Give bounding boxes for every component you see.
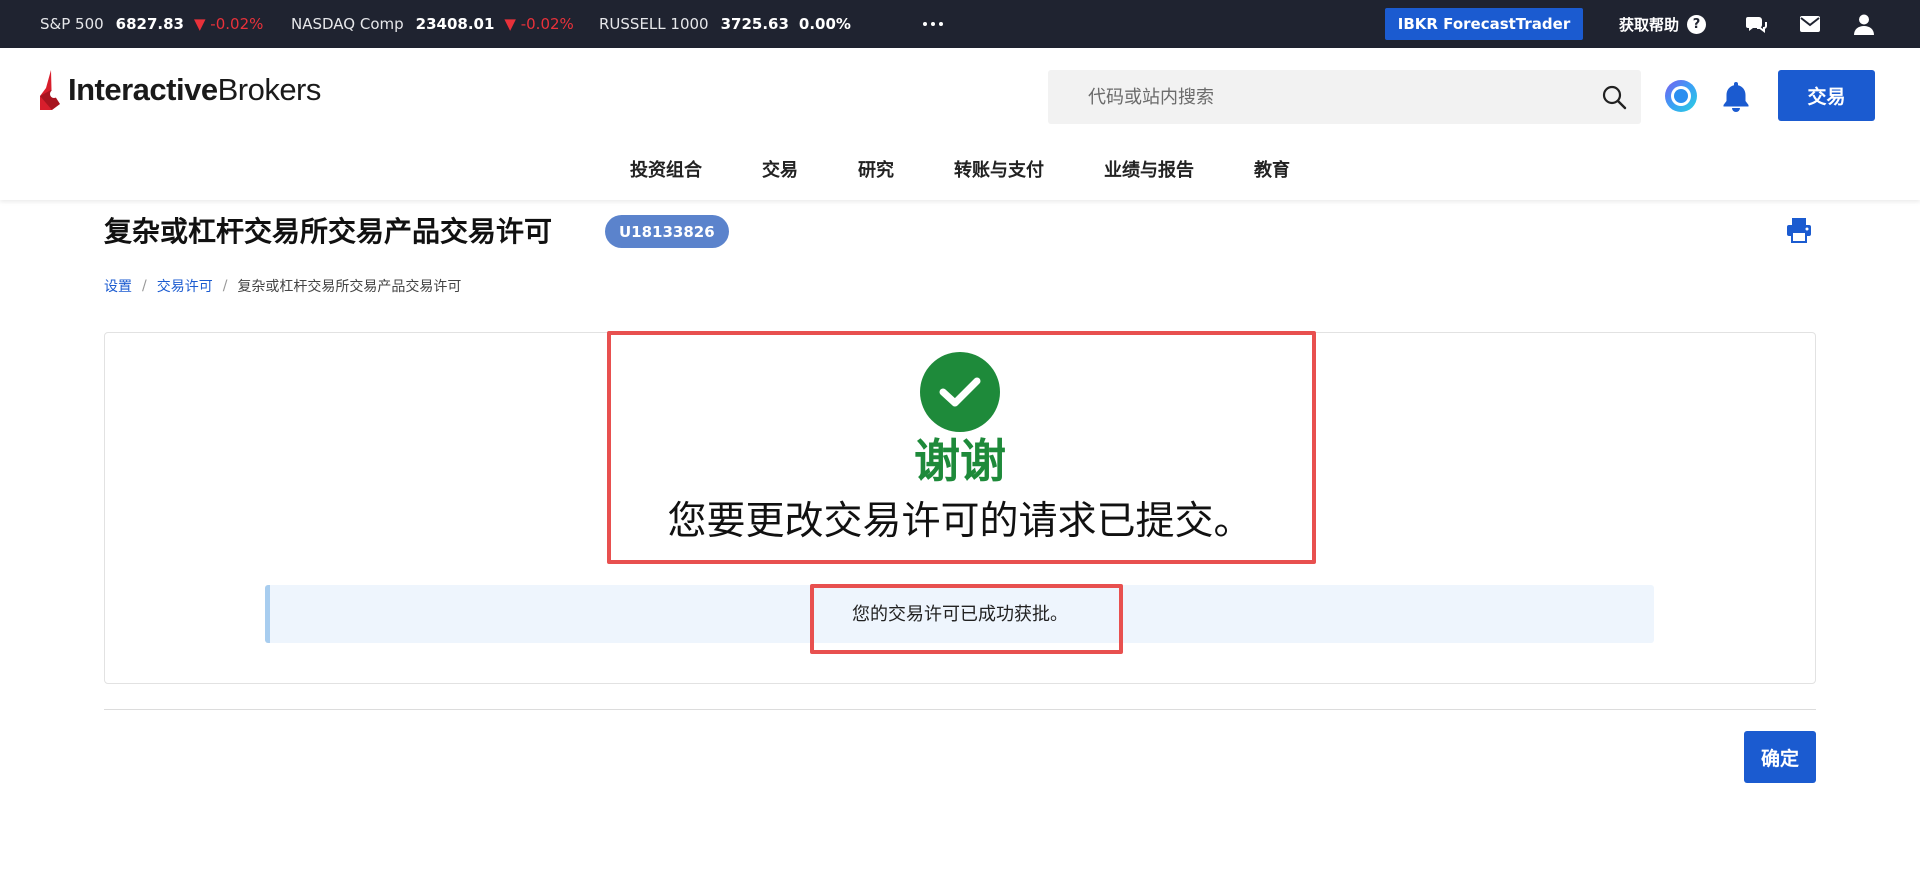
print-icon[interactable]	[1786, 217, 1812, 243]
nav-trade[interactable]: 交易	[762, 156, 798, 182]
ticker-value: 3725.63	[720, 15, 789, 33]
divider	[104, 709, 1816, 710]
forecast-trader-button[interactable]: IBKR ForecastTrader	[1385, 8, 1583, 40]
breadcrumb-current: 复杂或杠杆交易所交易产品交易许可	[237, 279, 462, 295]
highlight-box	[607, 331, 1316, 564]
user-icon[interactable]	[1852, 12, 1876, 36]
breadcrumb: 设置 / 交易许可 / 复杂或杠杆交易所交易产品交易许可	[104, 276, 461, 296]
site-header: InteractiveBrokers 交易 投资组合 交易 研究 转账与支付 业…	[0, 48, 1920, 200]
ticker-value: 23408.01	[415, 15, 495, 33]
ticker-name: RUSSELL 1000	[599, 15, 709, 33]
nav-transfer-pay[interactable]: 转账与支付	[954, 156, 1044, 182]
chat-icon[interactable]	[1744, 12, 1768, 36]
nav-performance-reports[interactable]: 业绩与报告	[1104, 156, 1194, 182]
search-box	[1048, 70, 1641, 124]
ticker-russell[interactable]: RUSSELL 1000 3725.63 0.00%	[599, 0, 851, 48]
ticker-change: ▼ -0.02%	[504, 15, 574, 33]
bell-icon[interactable]	[1721, 80, 1751, 112]
breadcrumb-settings[interactable]: 设置	[104, 276, 132, 296]
logo-text-bold: Interactive	[68, 72, 218, 107]
ibkr-logo-mark	[40, 70, 60, 110]
ticker-value: 6827.83	[115, 15, 184, 33]
page-title: 复杂或杠杆交易所交易产品交易许可	[104, 215, 553, 248]
nav-research[interactable]: 研究	[858, 156, 894, 182]
logo-text: InteractiveBrokers	[68, 72, 321, 108]
confirm-button[interactable]: 确定	[1744, 731, 1816, 783]
nav-education[interactable]: 教育	[1254, 156, 1290, 182]
main-nav: 投资组合 交易 研究 转账与支付 业绩与报告 教育	[0, 156, 1920, 182]
account-badge: U18133826	[605, 215, 729, 248]
logo-text-regular: Brokers	[217, 72, 322, 107]
help-link[interactable]: 获取帮助 ?	[1619, 0, 1707, 48]
ticker-sp500[interactable]: S&P 500 6827.83 ▼ -0.02%	[40, 0, 263, 48]
ticker-name: NASDAQ Comp	[291, 15, 404, 33]
breadcrumb-separator: /	[142, 278, 147, 294]
mail-icon[interactable]	[1798, 12, 1822, 36]
more-icon[interactable]	[920, 0, 946, 48]
breadcrumb-trading-permissions[interactable]: 交易许可	[157, 276, 213, 296]
highlight-box	[810, 584, 1123, 654]
ticker-change: ▼ -0.02%	[194, 15, 264, 33]
help-icon: ?	[1687, 14, 1707, 34]
search-input[interactable]	[1048, 70, 1588, 124]
ticker-nasdaq[interactable]: NASDAQ Comp 23408.01 ▼ -0.02%	[291, 0, 574, 48]
ticker-change: 0.00%	[798, 15, 851, 33]
nav-portfolio[interactable]: 投资组合	[630, 156, 702, 182]
help-label: 获取帮助	[1619, 15, 1680, 34]
ticker-bar: S&P 500 6827.83 ▼ -0.02% NASDAQ Comp 234…	[0, 0, 1920, 48]
search-icon[interactable]	[1601, 84, 1627, 110]
ai-assistant-icon[interactable]	[1663, 78, 1699, 114]
trade-button[interactable]: 交易	[1778, 70, 1875, 121]
ticker-name: S&P 500	[40, 15, 104, 33]
breadcrumb-separator: /	[222, 278, 228, 294]
ibkr-logo[interactable]: InteractiveBrokers	[38, 68, 321, 112]
